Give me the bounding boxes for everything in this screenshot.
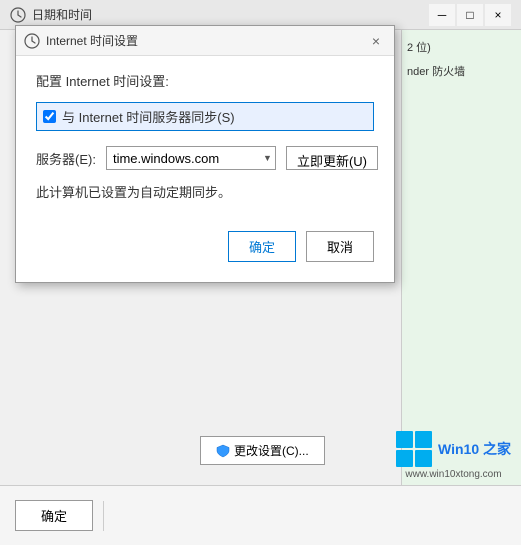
right-panel-text1: 2 位) <box>407 40 516 58</box>
update-now-btn[interactable]: 立即更新(U) <box>286 146 378 170</box>
right-panel-text2: nder 防火墙 <box>407 64 516 82</box>
sync-checkbox[interactable] <box>43 110 56 123</box>
server-select-wrapper: time.windows.com <box>106 146 276 170</box>
bg-minimize-btn[interactable]: ─ <box>429 4 455 26</box>
status-text: 此计算机已设置为自动定期同步。 <box>36 182 374 201</box>
windows-flag-icon <box>396 431 432 467</box>
dialog-cancel-btn[interactable]: 取消 <box>306 231 374 262</box>
bottom-ok-btn[interactable]: 确定 <box>15 500 93 531</box>
clock-icon <box>10 7 26 23</box>
dialog-close-btn[interactable]: × <box>366 31 386 51</box>
dialog-buttons: 确定 取消 <box>36 231 374 262</box>
server-row: 服务器(E): time.windows.com 立即更新(U) <box>36 146 374 170</box>
server-select[interactable]: time.windows.com <box>106 146 276 170</box>
win10-logo-area: Win10 之家 www.win10xtong.com <box>396 431 511 480</box>
sync-checkbox-label: 与 Internet 时间服务器同步(S) <box>62 107 235 126</box>
more-settings-btn[interactable]: 更改设置(C)... <box>200 436 325 465</box>
dialog-title: Internet 时间设置 <box>24 32 138 49</box>
dialog-section-title: 配置 Internet 时间设置: <box>36 71 374 90</box>
separator <box>103 501 104 531</box>
bg-window-controls: ─ □ × <box>429 4 511 26</box>
dialog-title-text: Internet 时间设置 <box>46 32 138 49</box>
dialog-clock-icon <box>24 33 40 49</box>
server-label: 服务器(E): <box>36 149 96 168</box>
dialog-titlebar: Internet 时间设置 × <box>16 26 394 56</box>
bottom-bar: 确定 <box>0 485 521 545</box>
bg-title-text: 日期和时间 <box>10 6 92 23</box>
bg-close-btn[interactable]: × <box>485 4 511 26</box>
sync-checkbox-row: 与 Internet 时间服务器同步(S) <box>36 102 374 131</box>
dialog-content: 配置 Internet 时间设置: 与 Internet 时间服务器同步(S) … <box>16 56 394 282</box>
dialog-ok-btn[interactable]: 确定 <box>228 231 296 262</box>
bg-maximize-btn[interactable]: □ <box>457 4 483 26</box>
bg-title-label: 日期和时间 <box>32 6 92 23</box>
internet-time-dialog: Internet 时间设置 × 配置 Internet 时间设置: 与 Inte… <box>15 25 395 283</box>
win10-url: www.win10xtong.com <box>405 469 501 480</box>
win10-brand: Win10 之家 <box>438 439 511 459</box>
more-settings-label: 更改设置(C)... <box>234 442 309 459</box>
shield-icon <box>216 444 230 458</box>
